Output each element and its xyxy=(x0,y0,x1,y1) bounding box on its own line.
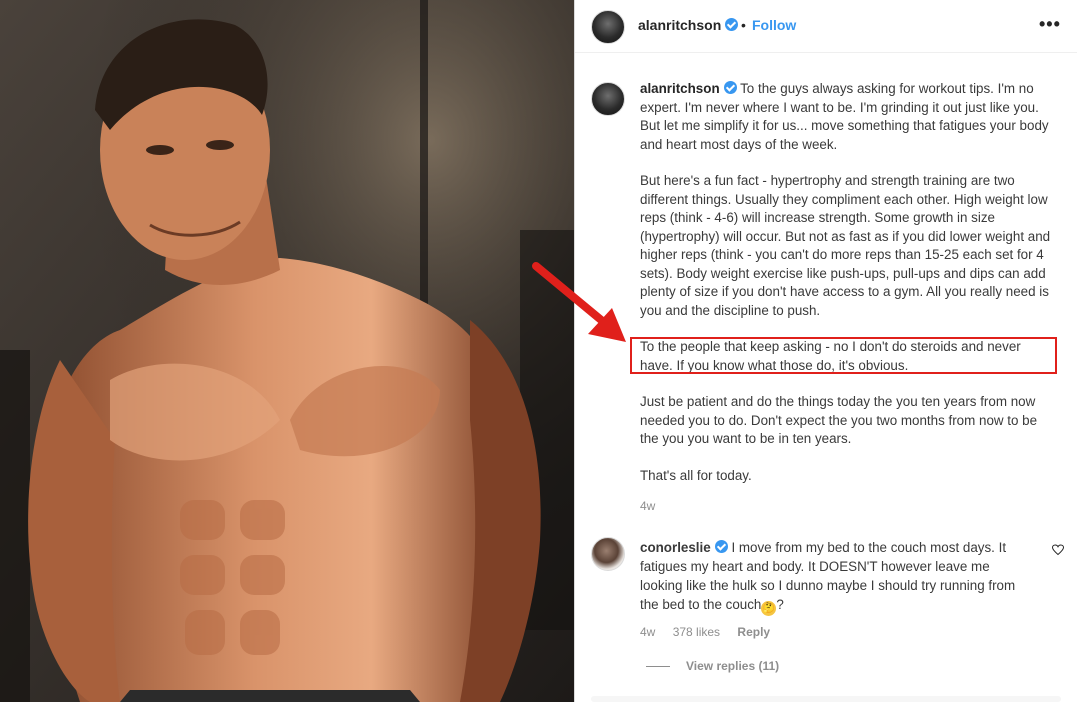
caption-username-link[interactable]: alanritchson xyxy=(640,81,737,96)
verified-badge-icon xyxy=(714,540,728,553)
author-username-link[interactable]: alanritchson xyxy=(638,17,739,33)
post-caption: alanritchson To the guys always asking f… xyxy=(640,80,1055,503)
next-comment-peek xyxy=(591,696,1061,702)
verified-badge-icon xyxy=(723,81,737,94)
reply-button[interactable]: Reply xyxy=(737,625,770,639)
heart-icon[interactable] xyxy=(1052,544,1064,556)
caption-paragraph-2: But here's a fun fact - hypertrophy and … xyxy=(640,173,1051,318)
caption-paragraph-1: alanritchson To the guys always asking f… xyxy=(640,81,1049,152)
more-options-icon[interactable]: ••• xyxy=(1039,14,1061,35)
comment-age[interactable]: 4w xyxy=(640,625,655,639)
replies-divider-line xyxy=(646,666,670,668)
header-separator: • xyxy=(741,17,746,33)
commenter-username-link[interactable]: conorleslie xyxy=(640,540,728,555)
red-highlight-box xyxy=(630,337,1057,374)
follow-button[interactable]: Follow xyxy=(752,17,796,33)
thinking-face-emoji-icon: 🤔 xyxy=(761,601,777,616)
caption-paragraph-5: That's all for today. xyxy=(640,467,752,483)
post-panel: alanritchson • Follow ••• alanritchson T… xyxy=(575,0,1077,702)
post-image xyxy=(0,0,574,702)
caption-age[interactable]: 4w xyxy=(640,499,655,513)
author-avatar[interactable] xyxy=(591,10,625,44)
red-arrow-icon xyxy=(532,262,626,342)
verified-badge-icon xyxy=(725,18,739,31)
comment-meta: 4w 378 likes Reply xyxy=(640,625,784,639)
commenter-avatar[interactable] xyxy=(591,537,625,571)
shirtless-man-photo xyxy=(0,0,574,702)
post-header: alanritchson • Follow ••• xyxy=(575,0,1077,53)
view-replies-button[interactable]: View replies (11) xyxy=(646,659,779,673)
comment-likes[interactable]: 378 likes xyxy=(673,625,720,639)
caption-paragraph-4: Just be patient and do the things today … xyxy=(640,394,1038,446)
comment-text: conorleslie I move from my bed to the co… xyxy=(640,540,1016,616)
caption-author-avatar[interactable] xyxy=(591,82,625,116)
